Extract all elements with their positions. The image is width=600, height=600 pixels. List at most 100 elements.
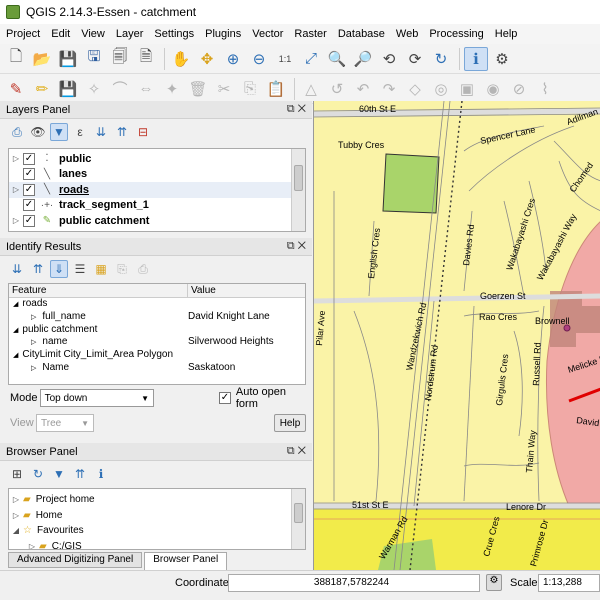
delete-ring-icon[interactable]: ⊘ xyxy=(507,77,531,101)
menu-database[interactable]: Database xyxy=(338,28,385,40)
close-icon[interactable]: ✕ xyxy=(298,445,306,457)
column-header-feature[interactable]: Feature xyxy=(9,284,188,297)
layer-checkbox[interactable]: ✓ xyxy=(23,152,35,165)
clear-highlights-icon[interactable]: ▦ xyxy=(92,260,110,278)
collapse-all-icon[interactable]: ⇈ xyxy=(113,123,131,141)
auto-open-checkbox[interactable]: ✓ xyxy=(219,392,231,404)
map-canvas[interactable]: 60th St E Tubby Cres Spencer Lane Adilma… xyxy=(313,101,600,570)
expand-icon[interactable]: ▷ xyxy=(25,542,39,549)
close-icon[interactable]: ✕ xyxy=(298,240,306,252)
save-project-icon[interactable]: 💾 xyxy=(56,47,80,71)
expand-tree-icon[interactable]: ⇊ xyxy=(8,260,26,278)
identify-features-icon[interactable]: ℹ xyxy=(464,46,488,71)
remove-layer-icon[interactable]: ⊟ xyxy=(134,123,152,141)
expand-icon[interactable]: ▷ xyxy=(9,185,23,194)
layer-checkbox[interactable]: ✓ xyxy=(23,199,35,212)
menu-raster[interactable]: Raster xyxy=(294,28,326,40)
table-row[interactable]: ◢ CityLimit City_Limit_Area Polygon xyxy=(9,349,305,362)
view-select[interactable]: Tree ▼ xyxy=(36,414,94,432)
undo-icon[interactable]: ↶ xyxy=(351,77,375,101)
layers-scrollbar[interactable] xyxy=(291,149,305,231)
toggle-editing-icon[interactable]: ✏ xyxy=(30,77,54,101)
redo-icon[interactable]: ↷ xyxy=(377,77,401,101)
table-row[interactable]: ▷ Name Saskatoon xyxy=(9,362,305,375)
menu-web[interactable]: Web xyxy=(396,28,418,40)
map-svg[interactable]: 60th St E Tubby Cres Spencer Lane Adilma… xyxy=(314,101,600,570)
coordinate-field[interactable]: 388187,5782244 xyxy=(228,574,480,592)
menu-vector[interactable]: Vector xyxy=(252,28,283,40)
layer-item-roads[interactable]: ▷ ✓ ╲ roads xyxy=(9,182,305,198)
filter-legend-icon[interactable]: ▼ xyxy=(50,123,68,141)
copy-features-icon[interactable]: ⎘ xyxy=(238,77,262,101)
clear-results-icon[interactable]: ☰ xyxy=(71,260,89,278)
browser-scrollbar[interactable] xyxy=(291,489,305,549)
advanced-digitizing-icon[interactable]: △ xyxy=(299,77,323,101)
save-as-icon[interactable]: 🖫 xyxy=(82,47,106,71)
layer-checkbox[interactable]: ✓ xyxy=(23,183,35,196)
manage-visibility-icon[interactable]: 👁 xyxy=(29,123,47,141)
expand-icon[interactable]: ▷ xyxy=(9,495,23,504)
expand-icon[interactable]: ▷ xyxy=(9,216,23,225)
table-row[interactable]: ◢ public catchment xyxy=(9,324,305,337)
refresh-icon[interactable]: ↻ xyxy=(429,47,453,71)
add-curve-icon[interactable]: ⌒ xyxy=(108,77,132,101)
menu-plugins[interactable]: Plugins xyxy=(205,28,241,40)
table-row[interactable]: ▷ full_name David Knight Lane xyxy=(9,311,305,324)
float-icon[interactable]: ⧉ xyxy=(287,240,295,252)
menu-layer[interactable]: Layer xyxy=(116,28,144,40)
help-button[interactable]: Help xyxy=(274,414,306,432)
menu-view[interactable]: View xyxy=(81,28,105,40)
filter-icon[interactable]: ▼ xyxy=(50,465,68,483)
zoom-in-icon[interactable]: ⊕ xyxy=(221,47,245,71)
properties-icon[interactable]: ℹ xyxy=(92,465,110,483)
table-row[interactable]: ▷ name Silverwood Heights xyxy=(9,336,305,349)
expand-all-icon[interactable]: ⇊ xyxy=(92,123,110,141)
menu-processing[interactable]: Processing xyxy=(429,28,483,40)
tab-advanced-digitizing[interactable]: Advanced Digitizing Panel xyxy=(8,552,143,568)
zoom-to-layer-icon[interactable]: 🔍 xyxy=(325,47,349,71)
print-composer-icon[interactable]: 🗐 xyxy=(108,47,132,71)
layer-item-lanes[interactable]: ✓ ╲ lanes xyxy=(9,167,305,183)
expand-new-icon[interactable]: ⇓ xyxy=(50,260,68,278)
mode-select[interactable]: Top down ▼ xyxy=(39,389,155,407)
reshape-icon[interactable]: ⌇ xyxy=(533,77,557,101)
collapse-tree-icon[interactable]: ⇈ xyxy=(29,260,47,278)
scrollbar-thumb[interactable] xyxy=(294,503,303,523)
zoom-last-icon[interactable]: ⟲ xyxy=(377,47,401,71)
menu-settings[interactable]: Settings xyxy=(154,28,194,40)
copy-feature-icon[interactable]: ⎘ xyxy=(113,260,131,278)
rotate-feature-icon[interactable]: ↺ xyxy=(325,77,349,101)
menu-help[interactable]: Help xyxy=(495,28,518,40)
float-icon[interactable]: ⧉ xyxy=(287,445,295,457)
new-project-icon[interactable]: 🗋 xyxy=(4,47,28,71)
layer-item-track-segment[interactable]: ✓ ·+· track_segment_1 xyxy=(9,198,305,214)
add-selected-layers-icon[interactable]: ⊞ xyxy=(8,465,26,483)
zoom-out-icon[interactable]: ⊖ xyxy=(247,47,271,71)
refresh-icon[interactable]: ↻ xyxy=(29,465,47,483)
open-project-icon[interactable]: 📂 xyxy=(30,47,54,71)
composer-manager-icon[interactable]: 🗎 xyxy=(134,47,158,71)
browser-item-favourites[interactable]: ◢ ☆ Favourites xyxy=(9,523,305,539)
expand-icon[interactable]: ▷ xyxy=(31,339,36,346)
save-edits-icon[interactable]: 💾 xyxy=(56,77,80,101)
move-feature-icon[interactable]: ⇔ xyxy=(134,77,158,101)
fill-ring-icon[interactable]: ◉ xyxy=(481,77,505,101)
current-edits-icon[interactable]: ✎ xyxy=(4,77,28,101)
node-tool-icon[interactable]: ✦ xyxy=(160,77,184,101)
table-row[interactable]: ◢ roads xyxy=(9,298,305,311)
expand-icon[interactable]: ▷ xyxy=(9,154,23,163)
menu-edit[interactable]: Edit xyxy=(51,28,70,40)
expand-icon[interactable]: ▷ xyxy=(31,365,36,372)
expand-icon[interactable]: ▷ xyxy=(31,314,36,321)
collapse-icon[interactable]: ◢ xyxy=(13,327,18,334)
layer-item-public[interactable]: ▷ ✓ ⁚ public xyxy=(9,151,305,167)
add-feature-icon[interactable]: ✧ xyxy=(82,77,106,101)
toggle-extents-icon[interactable]: ⚙ xyxy=(486,574,502,591)
zoom-to-selection-icon[interactable]: 🔎 xyxy=(351,47,375,71)
browser-item-project-home[interactable]: ▷ ▰ Project home xyxy=(9,492,305,508)
delete-selected-icon[interactable]: 🗑 xyxy=(186,77,210,101)
browser-item-gis[interactable]: ▷ ▰ C:/GIS xyxy=(9,539,305,549)
close-icon[interactable]: ✕ xyxy=(298,103,306,115)
add-part-icon[interactable]: ▣ xyxy=(455,77,479,101)
menu-project[interactable]: Project xyxy=(6,28,40,40)
